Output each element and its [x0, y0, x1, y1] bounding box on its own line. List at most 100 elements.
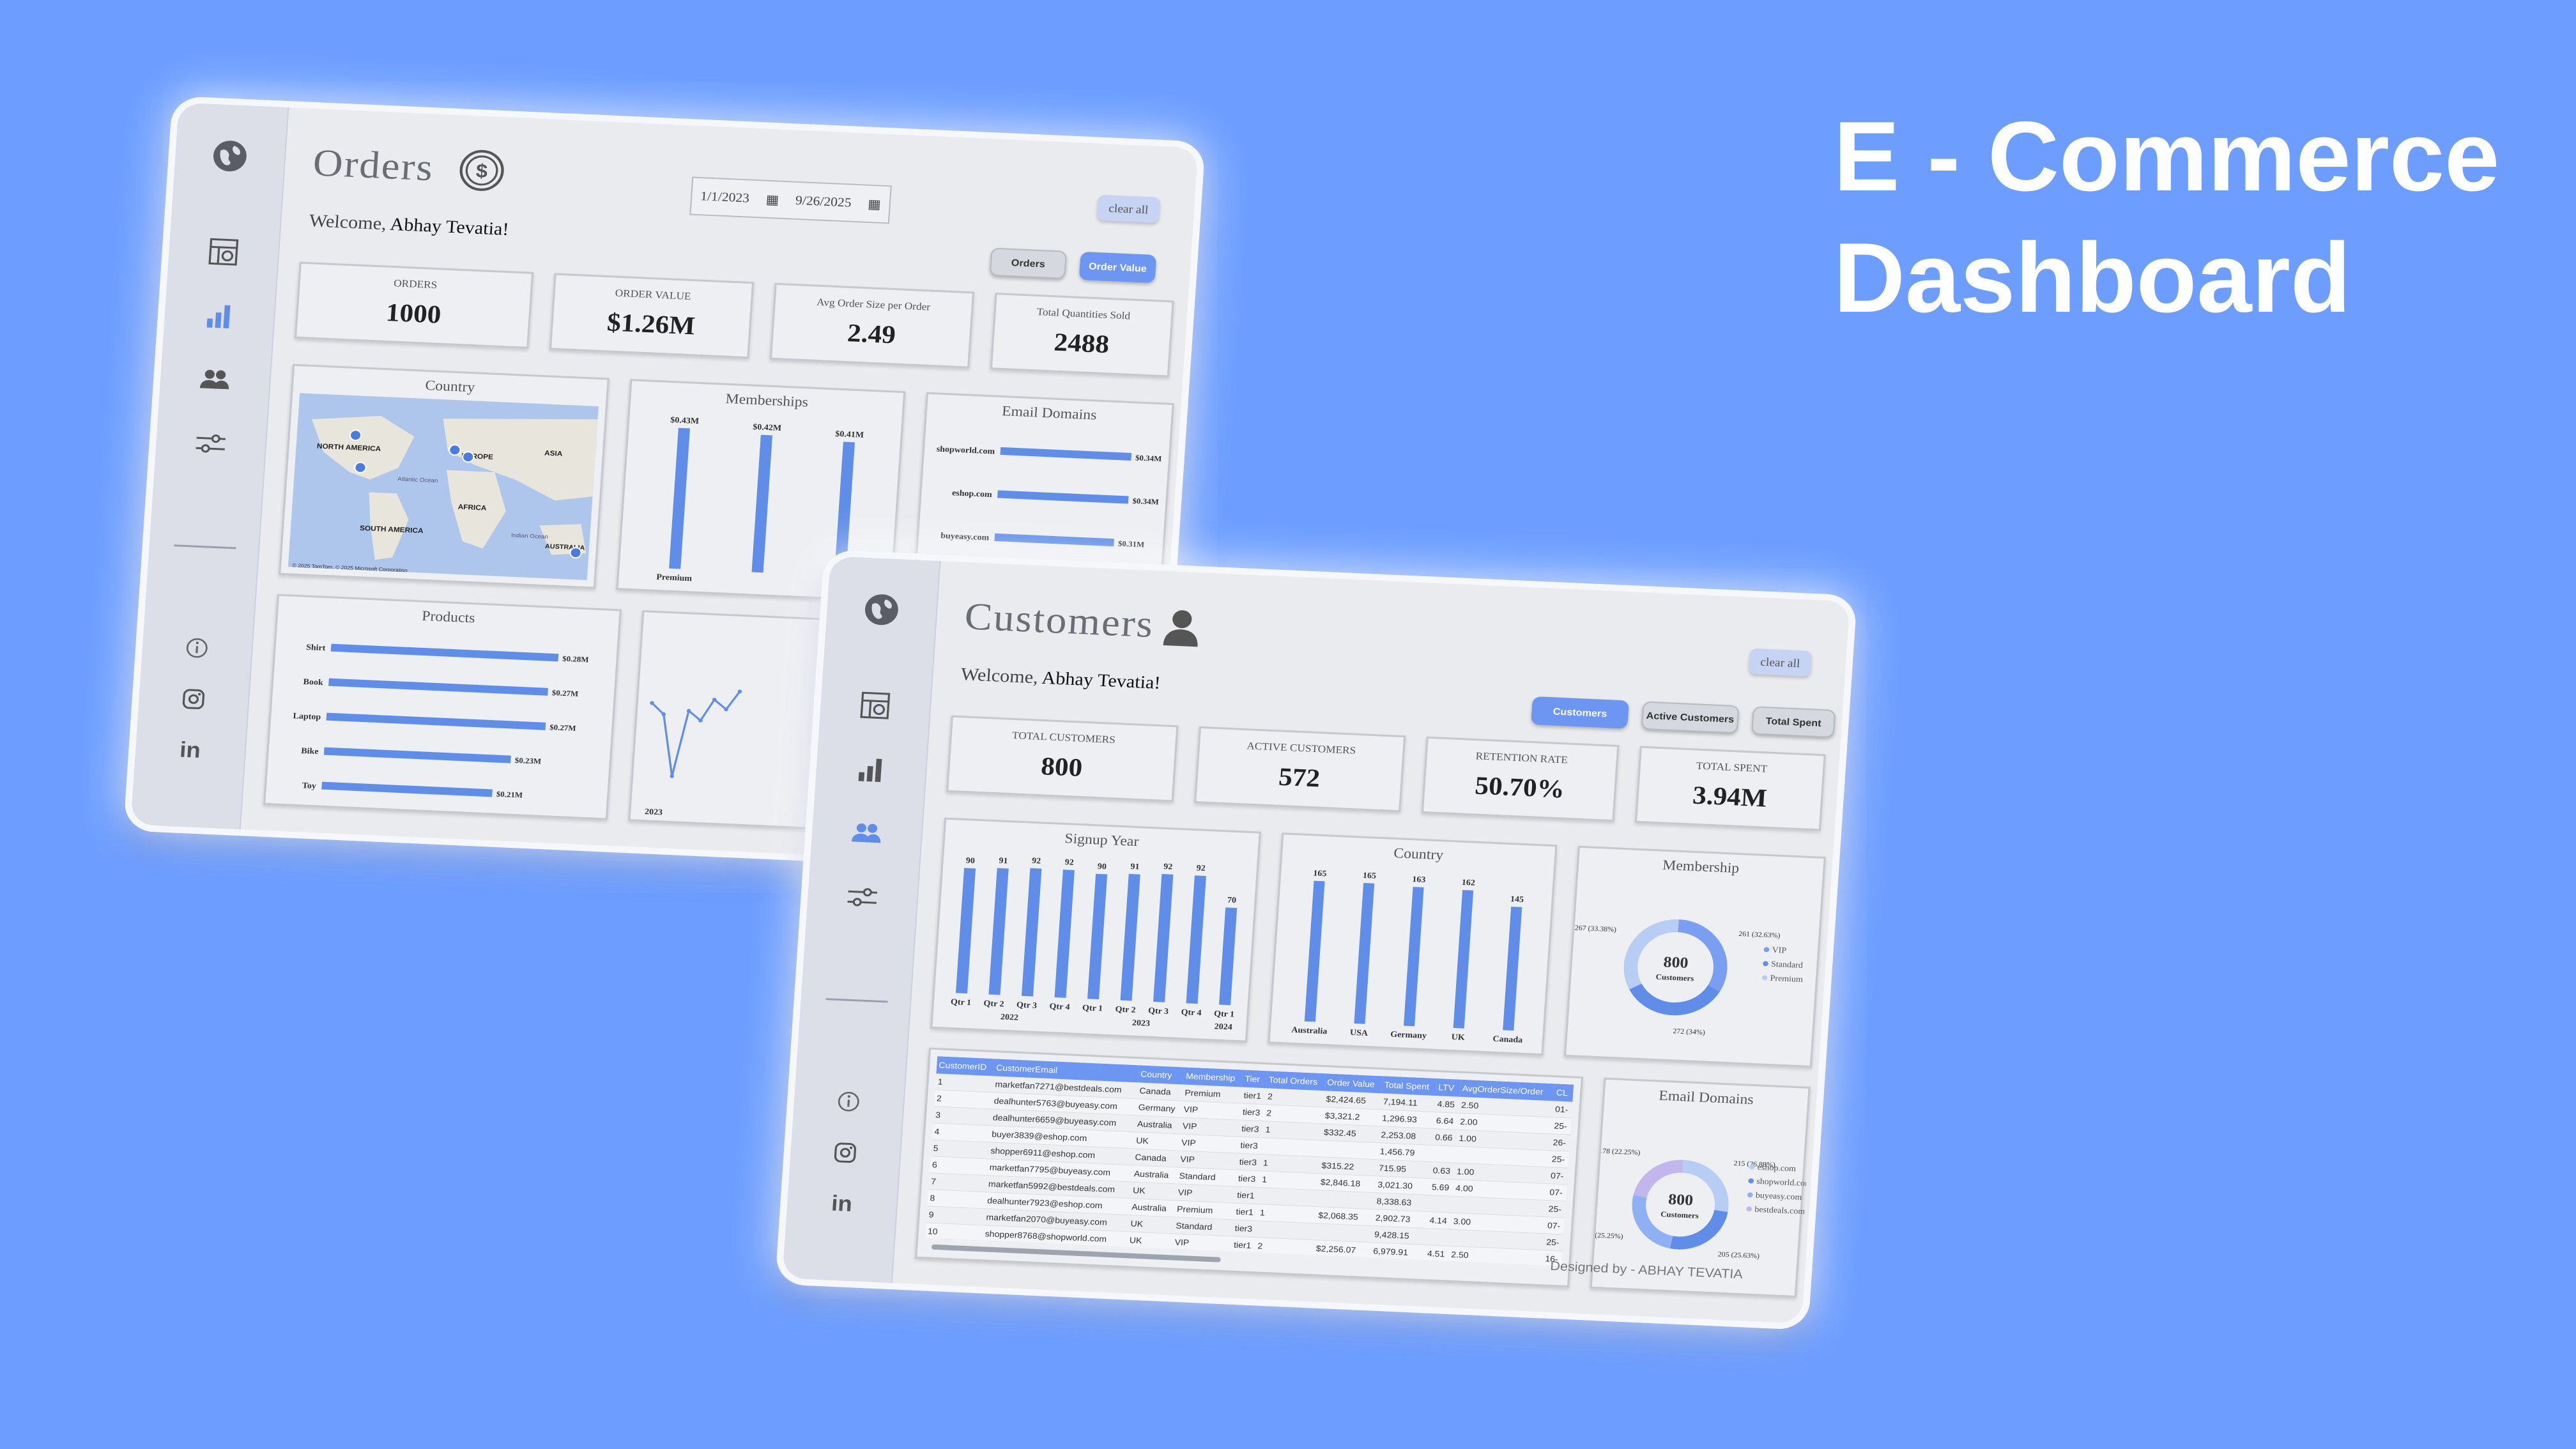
table-icon[interactable] [854, 686, 898, 726]
sliders-icon[interactable] [188, 424, 233, 464]
map-bubble[interactable] [448, 444, 461, 456]
bar[interactable] [751, 434, 773, 573]
tick-label: Qtr 3 [1016, 1000, 1038, 1010]
bar[interactable] [328, 678, 548, 696]
bar[interactable] [321, 781, 493, 797]
table-cell: 0.66 [1432, 1128, 1458, 1147]
bar[interactable] [994, 533, 1114, 547]
clear-all-button[interactable]: clear all [1748, 648, 1813, 677]
sliders-icon[interactable] [840, 877, 884, 917]
instagram-icon[interactable] [824, 1133, 868, 1173]
linkedin-icon[interactable]: in [168, 730, 212, 770]
donut-center-value: 800 [1663, 954, 1689, 972]
bar[interactable] [323, 747, 511, 763]
trend-point[interactable] [670, 774, 674, 778]
table-cell: UK [1128, 1215, 1175, 1234]
calendar-icon[interactable]: ▦ [765, 191, 779, 208]
bar[interactable] [1054, 870, 1075, 998]
world-map[interactable]: NORTH AMERICA EUROPE ASIA AFRICA SOUTH A… [288, 393, 599, 581]
kpi-total-customers: Total Customers 800 [946, 715, 1179, 802]
kpi-order-value: Order Value $1.26M [549, 273, 755, 359]
table-cell [1428, 1195, 1453, 1213]
table-header[interactable]: CustomerID [936, 1056, 995, 1077]
bar[interactable] [1219, 907, 1238, 1006]
table-cell: 25- [1549, 1150, 1570, 1169]
legend-entry: eshop.com [1757, 1162, 1797, 1173]
date-from[interactable]: 1/1/2023 [700, 189, 750, 206]
kpi-total-spent: Total Spent 3.94M [1634, 746, 1826, 831]
table-header[interactable]: Tier [1242, 1070, 1268, 1089]
table-header[interactable]: CL [1553, 1084, 1574, 1102]
bar[interactable] [1503, 907, 1522, 1031]
customers-table[interactable]: CustomerID CustomerEmail Country Membership… [925, 1056, 1574, 1266]
order-value-button[interactable]: Order Value [1078, 251, 1157, 284]
info-icon[interactable] [175, 628, 219, 668]
bar[interactable] [669, 427, 690, 569]
table-cell: 0.63 [1430, 1162, 1455, 1180]
customers-button[interactable]: Customers [1531, 696, 1629, 729]
table-cell: 1 [1257, 1204, 1317, 1223]
bar[interactable] [1453, 889, 1474, 1029]
map-bubble[interactable] [354, 461, 367, 473]
data-label: 91 [999, 855, 1008, 865]
bar[interactable] [1186, 875, 1206, 1004]
active-customers-button[interactable]: Active Customers [1641, 701, 1740, 734]
users-icon[interactable] [845, 813, 889, 854]
signup-year-chart[interactable]: 90 Qtr 1 91 Qtr 2 92 Qtr 3 92 Qtr 4 90 Qtr 1 91 Qtr… [932, 820, 1263, 1045]
legend-swatch[interactable] [1747, 1192, 1753, 1198]
users-icon[interactable] [193, 360, 237, 400]
table-header[interactable]: Country [1138, 1065, 1184, 1085]
map-bubble[interactable] [569, 547, 582, 559]
bar[interactable] [330, 643, 559, 662]
table-icon[interactable] [202, 232, 246, 272]
legend-swatch[interactable] [1748, 1178, 1754, 1184]
table-header[interactable]: Total Spent [1381, 1076, 1438, 1096]
bar[interactable] [1000, 447, 1132, 461]
bar[interactable] [997, 490, 1129, 504]
table-cell: tier1 [1234, 1186, 1260, 1204]
table-header[interactable]: Membership [1183, 1067, 1244, 1087]
tick-label: USA [1350, 1027, 1368, 1038]
bar[interactable] [1087, 873, 1108, 1000]
globe-icon[interactable] [860, 590, 904, 630]
bar[interactable] [1304, 880, 1325, 1022]
table-header[interactable]: Total Orders [1266, 1071, 1326, 1091]
date-range-filter[interactable]: 1/1/2023 ▦ 9/26/2025 ▦ [689, 176, 892, 224]
trend-line[interactable] [647, 687, 741, 779]
legend-swatch[interactable] [1763, 961, 1768, 967]
sidebar: in [130, 102, 289, 830]
bar[interactable] [955, 868, 976, 994]
membership-donut-chart[interactable]: 261 (32.63%) 272 (34%) 267 (33.38%) 800Cust… [1566, 848, 1828, 1070]
total-spent-button[interactable]: Total Spent [1751, 706, 1836, 739]
products-chart[interactable]: Shirt $0.28M Book $0.27M Laptop $0.27M Bike $0.… [265, 596, 624, 822]
bar-chart-icon[interactable] [849, 749, 893, 790]
linkedin-icon[interactable]: in [820, 1184, 864, 1224]
table-header[interactable]: LTV [1436, 1078, 1461, 1097]
orders-button[interactable]: Orders [989, 247, 1068, 279]
clear-all-button[interactable]: clear all [1096, 194, 1161, 224]
bar[interactable] [326, 712, 546, 730]
instagram-icon[interactable] [172, 679, 216, 719]
map-bubble[interactable] [349, 429, 362, 441]
bar[interactable] [1120, 873, 1140, 1001]
country-chart[interactable]: 165 Australia 165 USA 163 Germany 162 UK 145 Cana… [1269, 834, 1559, 1057]
bar[interactable] [1153, 873, 1174, 1002]
date-to[interactable]: 9/26/2025 [795, 193, 852, 210]
legend-swatch[interactable] [1746, 1206, 1752, 1212]
legend-swatch[interactable] [1761, 975, 1768, 981]
bar[interactable] [1021, 868, 1042, 997]
bar[interactable] [1404, 887, 1424, 1027]
bar-chart-icon[interactable] [197, 296, 241, 336]
kpi-active-customers: Active Customers 572 [1193, 726, 1406, 813]
data-label: $0.27M [551, 689, 578, 698]
globe-icon[interactable] [208, 136, 252, 176]
table-header[interactable]: Order Value [1324, 1073, 1383, 1094]
donut-slice[interactable] [1628, 981, 1721, 1017]
info-icon[interactable] [827, 1082, 871, 1122]
table-cell: Standard [1173, 1216, 1234, 1237]
bar[interactable] [1354, 883, 1375, 1024]
legend-swatch[interactable] [1763, 947, 1770, 953]
map-bubble[interactable] [462, 451, 475, 463]
bar[interactable] [988, 868, 1009, 995]
calendar-icon[interactable]: ▦ [868, 195, 882, 212]
